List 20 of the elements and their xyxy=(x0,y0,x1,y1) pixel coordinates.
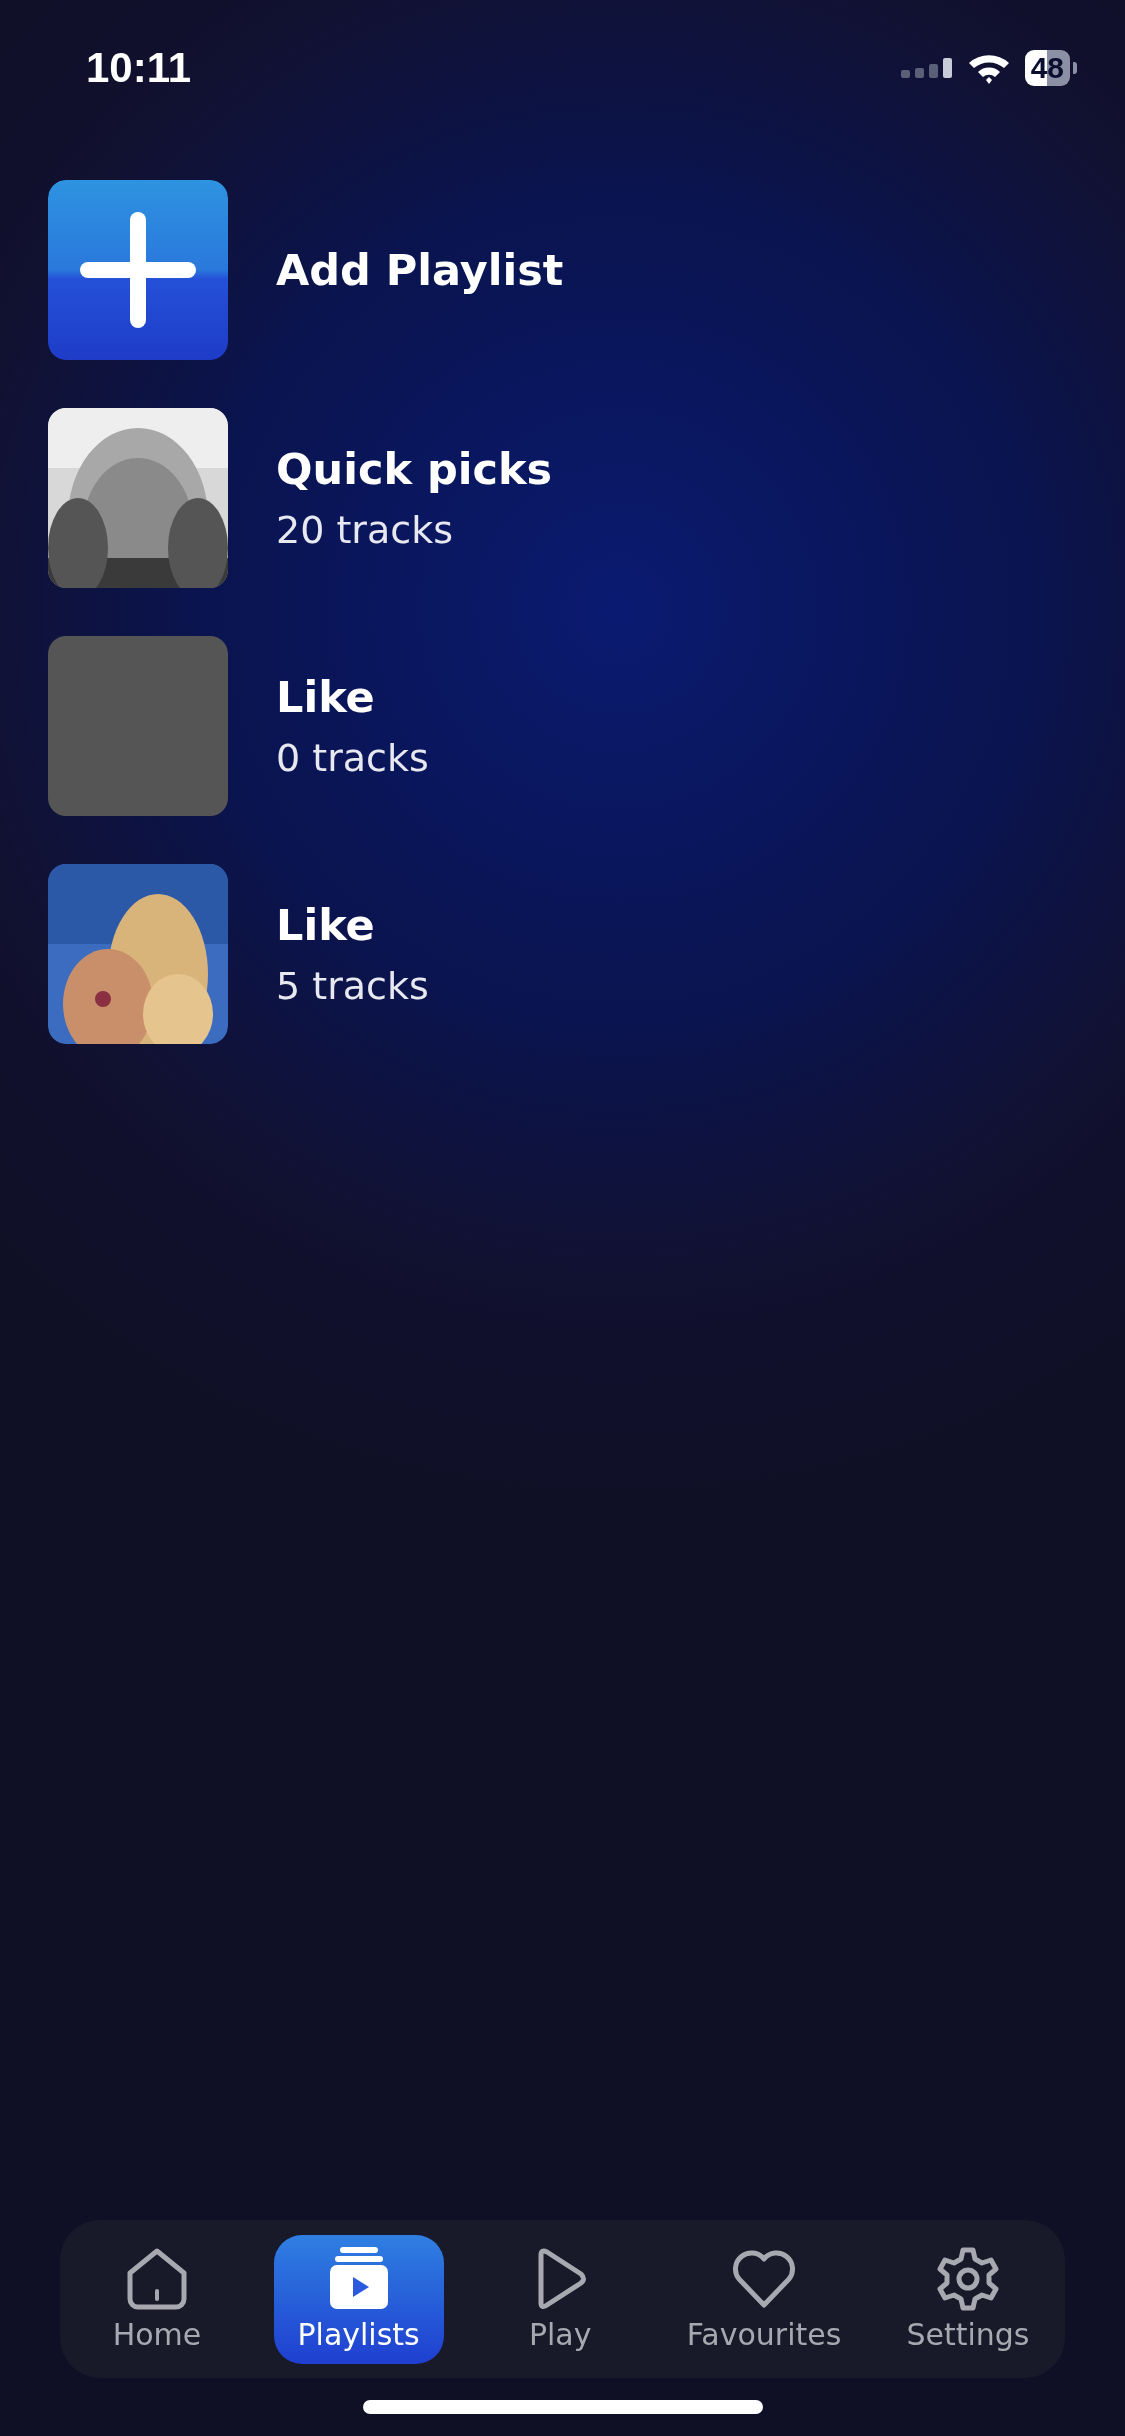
tab[interactable]: Favourites xyxy=(676,2234,852,2364)
playlist-item[interactable]: Add Playlist xyxy=(48,180,1077,360)
add-icon xyxy=(48,180,228,360)
battery-level: 48 xyxy=(1024,50,1070,86)
playlist-title: Like xyxy=(276,672,376,722)
tab[interactable]: Play xyxy=(475,2234,646,2364)
playlist-title: Quick picks xyxy=(276,444,553,494)
playlist-title: Like xyxy=(276,900,376,950)
playlist-item[interactable]: Like 5 tracks xyxy=(48,864,1077,1044)
track-count: 20 tracks xyxy=(276,508,454,552)
playlist-title: Add Playlist xyxy=(276,245,564,295)
status-time: 10:11 xyxy=(86,44,192,92)
signal-icon xyxy=(900,58,953,78)
track-count: 5 tracks xyxy=(276,964,429,1008)
tab[interactable]: Home xyxy=(72,2234,242,2364)
playlist-item[interactable]: Quick picks 20 tracks xyxy=(48,408,1077,588)
tab[interactable]: Settings xyxy=(882,2234,1053,2364)
playlist-item[interactable]: Like 0 tracks xyxy=(48,636,1077,816)
track-count: 0 tracks xyxy=(276,736,429,780)
tab[interactable]: Playlists xyxy=(273,2234,444,2364)
